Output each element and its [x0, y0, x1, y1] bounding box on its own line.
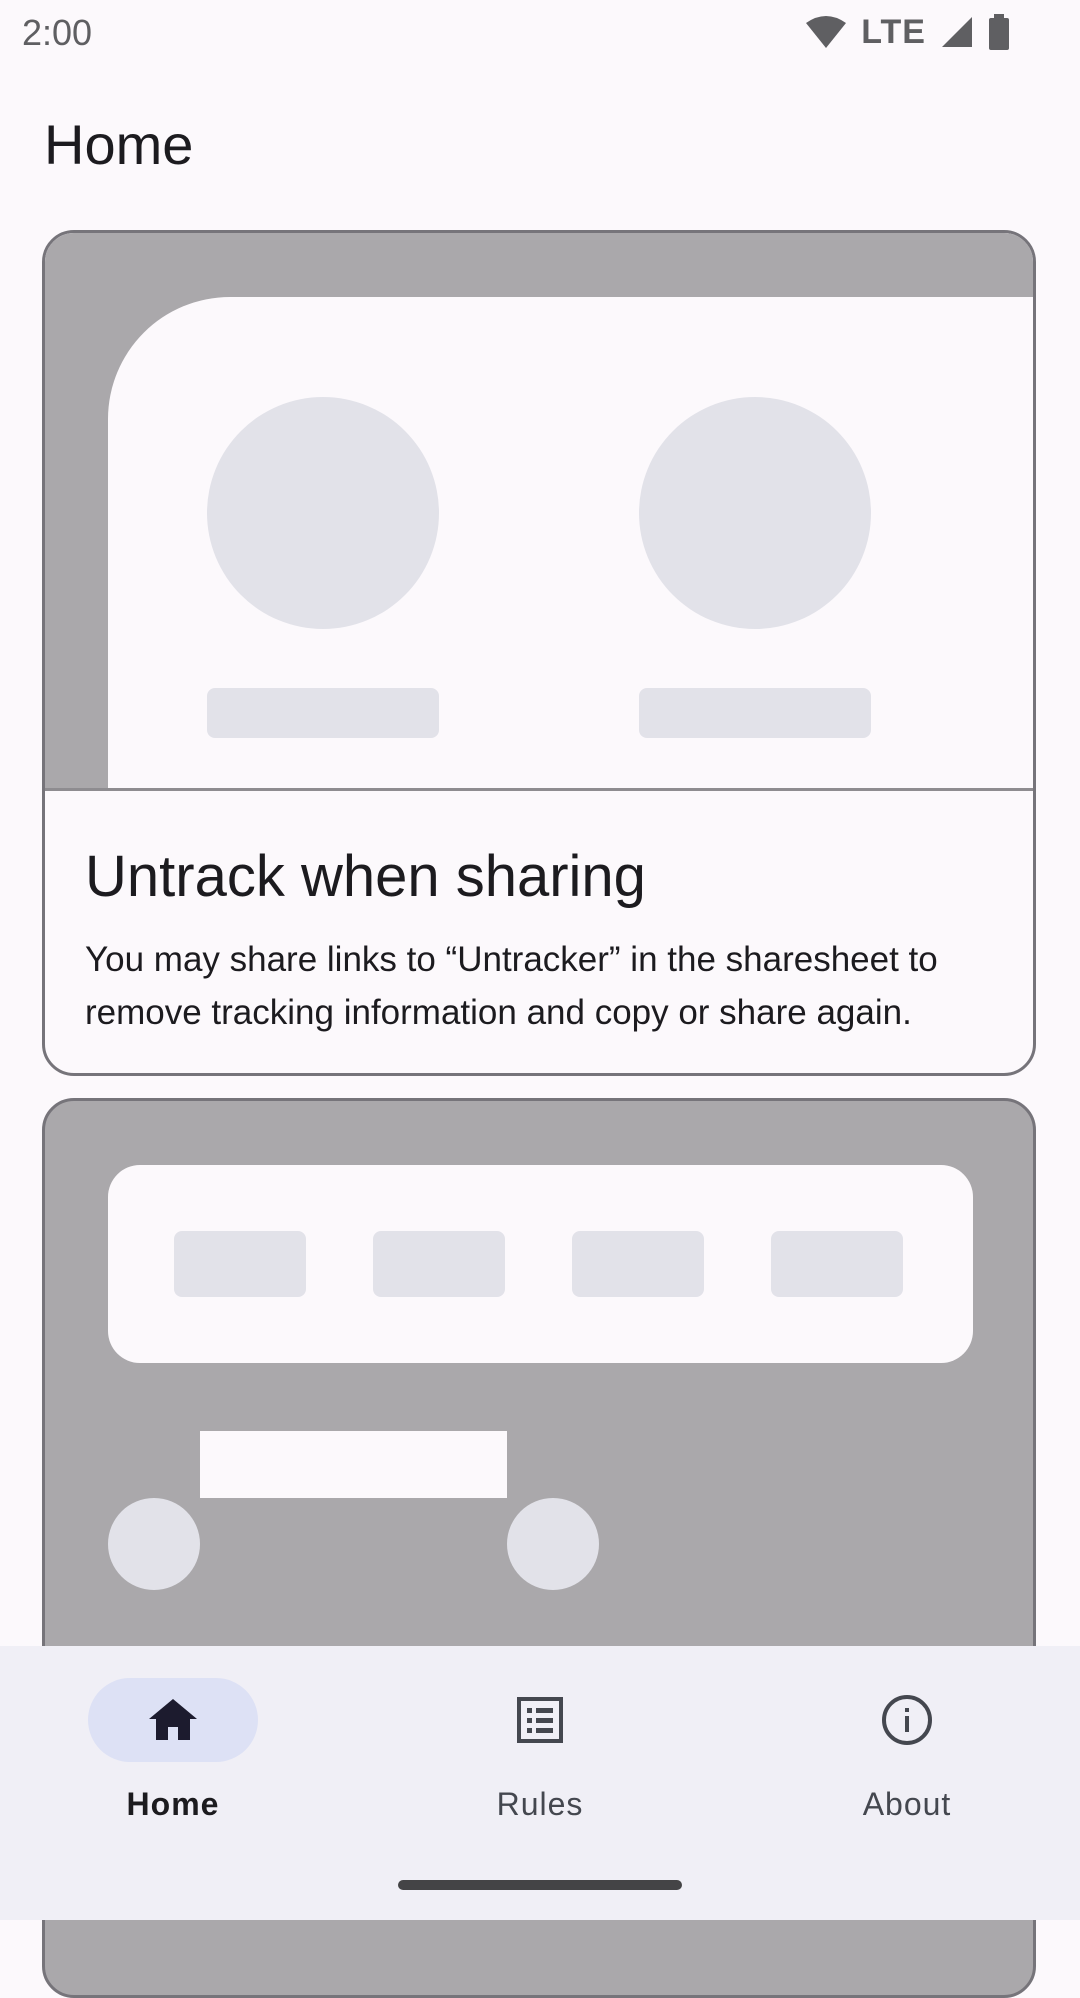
gesture-handle[interactable] — [398, 1880, 682, 1890]
nav-item-about[interactable]: About — [822, 1678, 992, 1828]
share-tip-card: Untrack when sharing You may share links… — [42, 230, 1036, 1076]
status-bar: 2:00 LTE — [0, 0, 1080, 64]
nav-label-home: Home — [126, 1786, 220, 1822]
placeholder-dot — [507, 1498, 599, 1590]
info-icon — [882, 1695, 932, 1745]
placeholder-dot — [108, 1498, 200, 1590]
home-icon — [149, 1699, 197, 1740]
wifi-icon — [806, 16, 847, 48]
nav-label-about: About — [862, 1786, 952, 1822]
placeholder-chip — [174, 1231, 306, 1297]
toolbar-illustration — [108, 1165, 973, 1363]
placeholder-app-label — [207, 688, 439, 738]
nav-label-rules: Rules — [496, 1786, 584, 1822]
network-type: LTE — [861, 12, 926, 51]
cell-signal-icon — [942, 17, 972, 47]
sharesheet-illustration — [108, 297, 1033, 788]
placeholder-app-label — [639, 688, 871, 738]
card-description: You may share links to “Untracker” in th… — [85, 940, 938, 1032]
list-icon — [517, 1697, 563, 1743]
page-title: Home — [44, 113, 194, 176]
placeholder-chip — [373, 1231, 505, 1297]
nav-item-rules[interactable]: Rules — [455, 1678, 625, 1828]
placeholder-chip — [771, 1231, 903, 1297]
tab-illustration — [200, 1431, 507, 1498]
bottom-navigation: Home Rules About — [0, 1646, 1080, 1920]
card-title: Untrack when sharing — [85, 844, 646, 909]
status-icons: LTE — [805, 12, 1010, 51]
placeholder-app-icon — [639, 397, 871, 629]
share-illustration — [45, 233, 1033, 791]
battery-icon — [989, 14, 1009, 50]
placeholder-chip — [572, 1231, 704, 1297]
status-time: 2:00 — [22, 12, 93, 53]
nav-item-home[interactable]: Home — [88, 1678, 258, 1828]
placeholder-app-icon — [207, 397, 439, 629]
